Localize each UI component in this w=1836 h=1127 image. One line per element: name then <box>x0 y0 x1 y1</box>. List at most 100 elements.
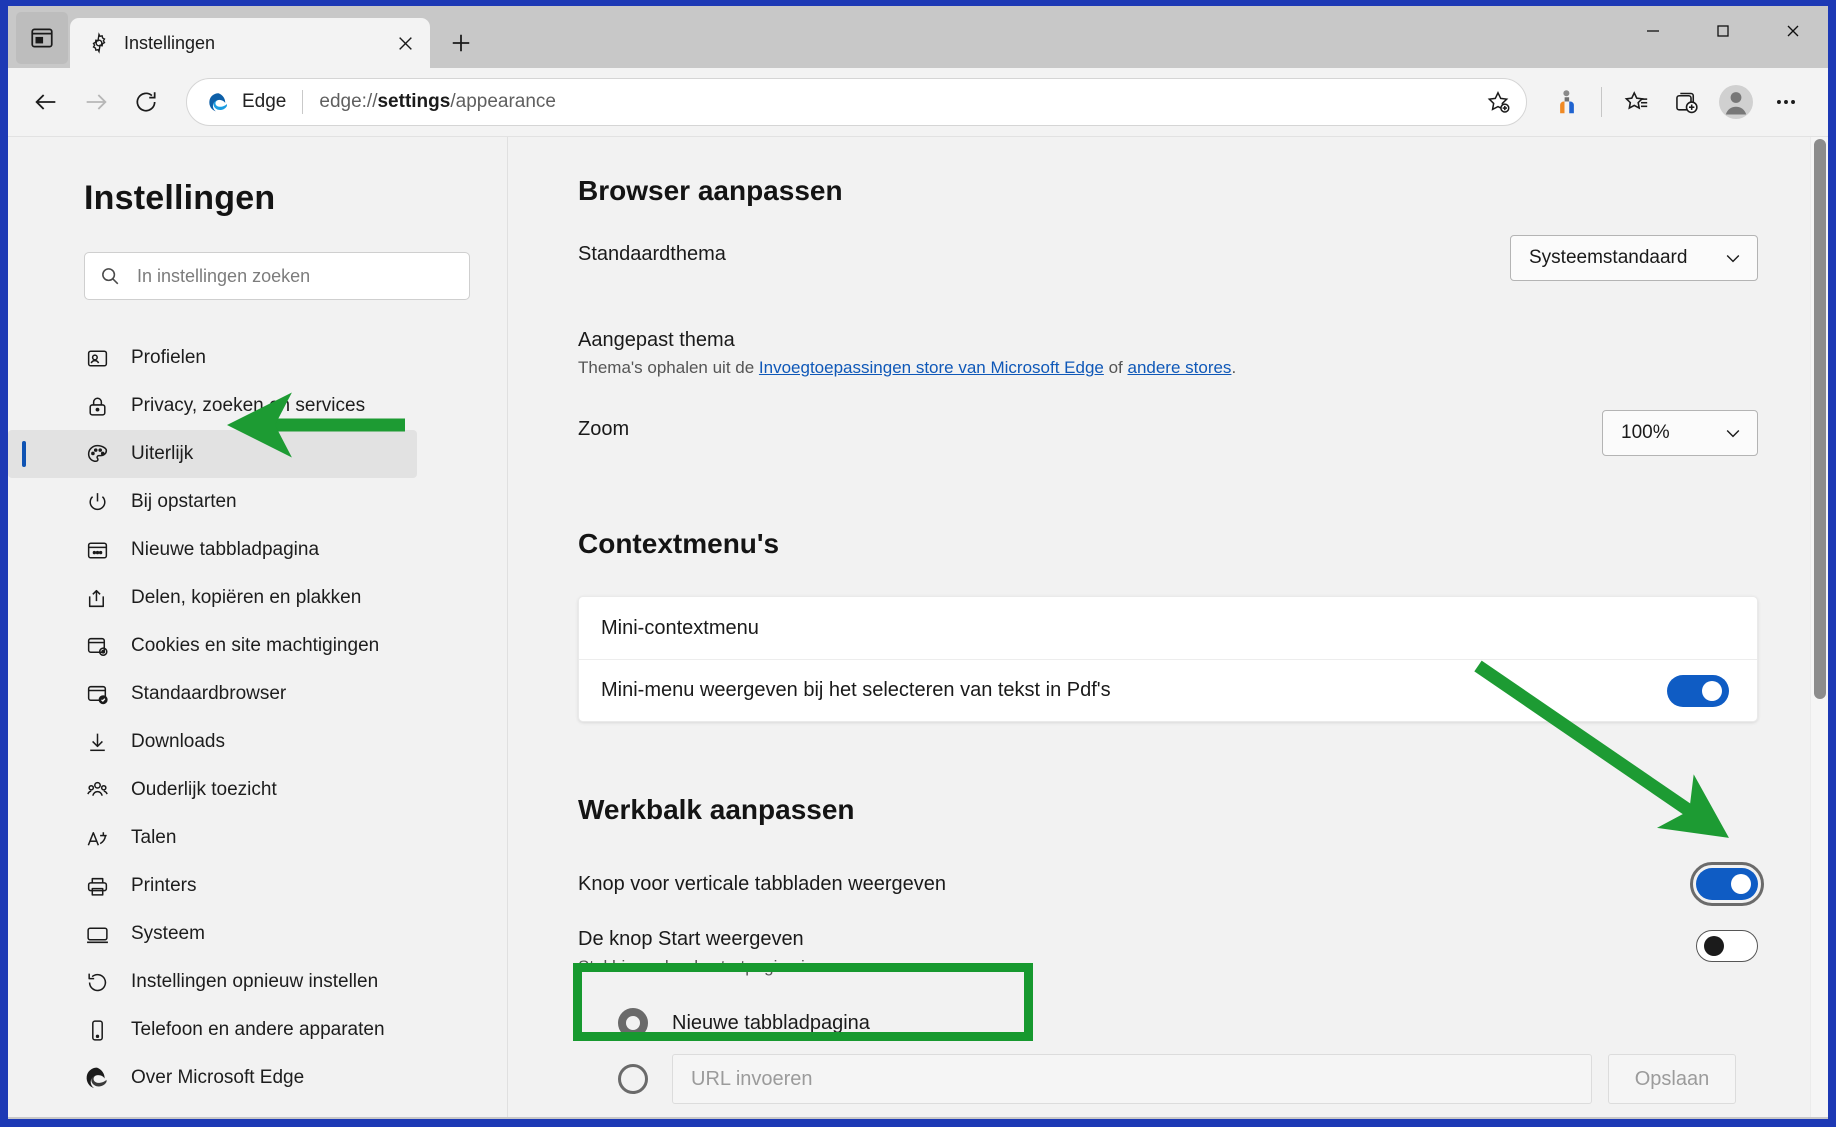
sidebar-item-printers[interactable]: Printers <box>8 862 417 910</box>
radio-row-custom-url[interactable]: Opslaan <box>618 1051 1828 1107</box>
card-row-mini-menu-pdf[interactable]: Mini-menu weergeven bij het selecteren v… <box>579 659 1757 721</box>
collections-button[interactable] <box>1662 78 1710 126</box>
address-bar[interactable]: Edge edge://settings/appearance <box>186 78 1527 126</box>
sidebar-toggle-button[interactable] <box>16 12 68 64</box>
zoom-value: 100% <box>1621 422 1670 443</box>
sidebar-item-talen[interactable]: Talen <box>8 814 417 862</box>
sidebar-item-downloads[interactable]: Downloads <box>8 718 417 766</box>
chevron-down-icon <box>1726 254 1740 263</box>
sidebar-item-instellingen-opnieuw-instellen[interactable]: Instellingen opnieuw instellen <box>8 958 417 1006</box>
other-stores-link[interactable]: andere stores <box>1127 358 1231 377</box>
mini-menu-pdf-label: Mini-menu weergeven bij het selecteren v… <box>601 679 1111 701</box>
mini-menu-pdf-toggle[interactable] <box>1667 674 1729 707</box>
sidebar-item-cookies-en-site-machtigingen[interactable]: Cookies en site machtigingen <box>8 622 417 670</box>
toolbar-divider <box>1601 87 1602 117</box>
browser-toolbar: Edge edge://settings/appearance <box>8 68 1828 136</box>
radio-new-tab-page[interactable] <box>618 1008 648 1038</box>
sidebar-item-label: Ouderlijk toezicht <box>131 779 277 800</box>
phone-icon <box>84 1017 110 1043</box>
card-row-mini-contextmenu[interactable]: Mini-contextmenu <box>579 597 1757 659</box>
close-tab-button[interactable] <box>388 26 422 60</box>
save-button[interactable]: Opslaan <box>1608 1054 1736 1104</box>
refresh-icon <box>136 92 156 112</box>
sidebar-item-label: Uiterlijk <box>131 443 194 464</box>
reset-icon <box>84 969 110 995</box>
edge-logo-icon <box>84 1065 110 1091</box>
toggle-knob <box>1702 680 1722 701</box>
sidebar-item-delen-kopi-ren-en-plakken[interactable]: Delen, kopiëren en plakken <box>8 574 417 622</box>
settings-sidebar: Instellingen Profielen Privacy, zoeken en… <box>8 137 508 1117</box>
custom-theme-label: Aangepast thema <box>578 329 735 351</box>
profile-button[interactable] <box>1712 78 1760 126</box>
vertical-tabs-toggle[interactable] <box>1690 862 1764 906</box>
zoom-dropdown[interactable]: 100% <box>1602 410 1758 456</box>
sidebar-item-label: Privacy, zoeken en services <box>131 395 366 416</box>
search-icon <box>99 265 121 287</box>
browser-window: Instellingen Edge edge://settings/appear… <box>8 6 1828 1125</box>
custom-theme-desc-mid: of <box>1103 358 1128 377</box>
home-button-toggle[interactable] <box>1696 930 1758 962</box>
page-title: Instellingen <box>84 179 276 217</box>
add-favorite-button[interactable] <box>1476 80 1520 124</box>
favorites-button[interactable] <box>1612 78 1660 126</box>
row-home-button[interactable]: De knop Start weergeven Stel hieronder d… <box>578 928 1758 977</box>
custom-theme-description: Thema's ophalen uit de Invoegtoepassinge… <box>578 358 1758 378</box>
default-theme-dropdown[interactable]: Systeemstandaard <box>1510 235 1758 281</box>
settings-nav: Profielen Privacy, zoeken en services Uite… <box>8 334 507 1102</box>
context-menu-card: Mini-contextmenu Mini-menu weergeven bij… <box>578 596 1758 722</box>
section-heading-browser: Browser aanpassen <box>578 175 843 206</box>
settings-and-more-button[interactable] <box>1762 78 1810 126</box>
search-input[interactable] <box>137 265 455 287</box>
home-button-sub: Stel hieronder de startpagina in <box>578 957 815 976</box>
back-button[interactable] <box>22 78 70 126</box>
radio-row-new-tab-page[interactable]: Nieuwe tabbladpagina <box>618 995 1828 1051</box>
settings-search[interactable] <box>84 252 470 300</box>
arrow-right-icon <box>86 94 107 110</box>
section-heading-toolbar: Werkbalk aanpassen <box>578 794 855 825</box>
avatar-icon <box>1719 85 1753 119</box>
minimize-button[interactable] <box>1618 6 1688 56</box>
row-zoom: Zoom 100% <box>578 410 1758 462</box>
tab-instellingen[interactable]: Instellingen <box>70 18 430 68</box>
custom-theme-desc-suffix: . <box>1231 358 1237 377</box>
sidebar-item-label: Systeem <box>131 923 205 944</box>
maximize-button[interactable] <box>1688 6 1758 56</box>
radio-new-tab-page-label: Nieuwe tabbladpagina <box>672 1011 870 1034</box>
custom-theme-desc-prefix: Thema's ophalen uit de <box>578 358 759 377</box>
close-window-button[interactable] <box>1758 6 1828 56</box>
sidebar-item-profielen[interactable]: Profielen <box>8 334 417 382</box>
url-input[interactable] <box>672 1054 1592 1104</box>
radio-custom-url[interactable] <box>618 1064 648 1094</box>
sidebar-item-nieuwe-tabbladpagina[interactable]: Nieuwe tabbladpagina <box>8 526 417 574</box>
sidebar-item-bij-opstarten[interactable]: Bij opstarten <box>8 478 417 526</box>
star-list-icon <box>1624 90 1647 109</box>
chevron-down-icon <box>1726 429 1740 438</box>
family-icon <box>84 777 110 803</box>
sidebar-item-label: Over Microsoft Edge <box>131 1067 305 1088</box>
sidebar-item-ouderlijk-toezicht[interactable]: Ouderlijk toezicht <box>8 766 417 814</box>
scrollbar-thumb[interactable] <box>1814 139 1826 699</box>
sidebar-item-label: Telefoon en andere apparaten <box>131 1019 385 1040</box>
sidebar-item-over-microsoft-edge[interactable]: Over Microsoft Edge <box>8 1054 417 1102</box>
sidebar-item-label: Downloads <box>131 731 225 752</box>
mini-contextmenu-label: Mini-contextmenu <box>601 616 759 639</box>
tab-title: Instellingen <box>124 32 216 53</box>
new-tab-page-icon <box>84 537 110 563</box>
sidebar-item-privacy-zoeken-en-services[interactable]: Privacy, zoeken en services <box>8 382 417 430</box>
split-screen-button[interactable] <box>1543 78 1591 126</box>
sidebar-item-standaardbrowser[interactable]: Standaardbrowser <box>8 670 417 718</box>
sidebar-item-systeem[interactable]: Systeem <box>8 910 417 958</box>
row-vertical-tabs-button[interactable]: Knop voor verticale tabbladen weergeven <box>578 862 1764 906</box>
sidebar-item-telefoon-en-andere-apparaten[interactable]: Telefoon en andere apparaten <box>8 1006 417 1054</box>
minimize-icon <box>1647 30 1659 32</box>
vertical-scrollbar[interactable] <box>1810 137 1828 1117</box>
reload-button[interactable] <box>122 78 170 126</box>
star-plus-icon <box>1487 91 1510 113</box>
settings-content: Browser aanpassen Standaardthema Systeem… <box>508 137 1828 1117</box>
addons-store-link[interactable]: Invoegtoepassingen store van Microsoft E… <box>759 358 1104 377</box>
forward-button[interactable] <box>72 78 120 126</box>
new-tab-button[interactable] <box>440 22 482 64</box>
maximize-icon <box>1717 25 1729 37</box>
home-button-label: De knop Start weergeven <box>578 928 804 950</box>
sidebar-item-uiterlijk[interactable]: Uiterlijk <box>8 430 417 478</box>
